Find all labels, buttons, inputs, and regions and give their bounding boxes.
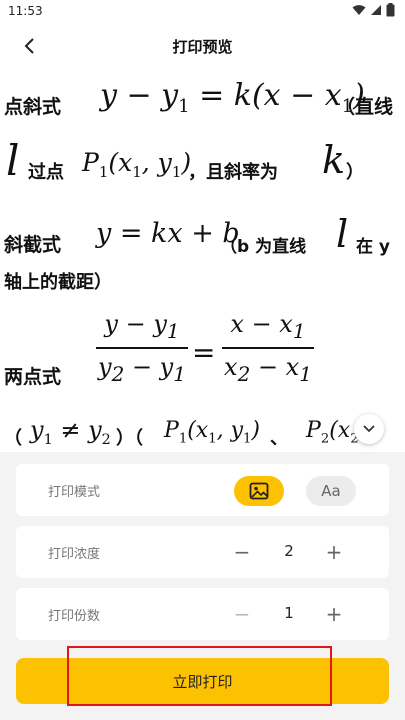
print-mode-card: 打印模式 Aa	[16, 464, 389, 516]
print-density-label: 打印浓度	[48, 547, 101, 562]
point-slope-equation: y − y1 = k(x − x1)	[100, 78, 365, 117]
status-time: 11:53	[8, 4, 43, 18]
slope-intercept-label: 斜截式	[4, 234, 62, 256]
slope-text: ，且斜率为	[188, 162, 278, 183]
app-bar: 打印预览	[0, 24, 405, 68]
copies-increase-button[interactable]: +	[322, 600, 346, 628]
two-point-right-numerator: x − x1	[230, 310, 306, 343]
condition-open: （	[4, 428, 22, 449]
condition-separator: 、	[270, 428, 288, 449]
slope-intercept-note-c: 轴上的截距）	[4, 272, 112, 293]
point-slope-note-close: ）	[346, 162, 364, 183]
copies-value: 1	[284, 604, 294, 622]
two-point-right-fraction: x − x1 x2 − x1	[222, 310, 314, 386]
slope-intercept-l-symbol: l	[336, 212, 349, 256]
image-icon	[249, 482, 269, 500]
through-point-text: 过点	[28, 162, 64, 183]
density-value: 2	[284, 542, 294, 560]
collapse-button[interactable]	[354, 414, 384, 444]
density-decrease-button[interactable]: −	[230, 538, 254, 566]
density-increase-button[interactable]: +	[322, 538, 346, 566]
condition-y1-neq-y2: y1 ≠ y2	[30, 416, 111, 448]
battery-icon	[386, 3, 395, 17]
copies-decrease-button[interactable]: −	[230, 600, 254, 628]
chevron-down-icon	[363, 425, 375, 433]
print-preview: 点斜式 y − y1 = k(x − x1) （直线 l 过点 P1(x1, y…	[0, 68, 405, 460]
two-point-right-denominator: x2 − x1	[224, 352, 312, 386]
wifi-icon	[352, 5, 366, 15]
two-point-left-fraction: y − y1 y2 − y1	[96, 310, 188, 386]
point-p1: P1(x1, y1)	[82, 148, 192, 181]
slope-intercept-equation: y = kx + b	[96, 218, 240, 249]
print-copies-card: 打印份数 − 1 +	[16, 588, 389, 640]
point-slope-note-open: （直线	[336, 96, 394, 118]
status-icons	[352, 3, 395, 17]
condition-close: ）（	[116, 428, 143, 449]
two-point-label: 两点式	[4, 366, 62, 388]
page-title: 打印预览	[172, 38, 233, 56]
point-slope-label: 点斜式	[4, 96, 62, 118]
text-mode-button[interactable]: Aa	[306, 476, 356, 506]
slope-intercept-note-a: （b 为直线	[220, 237, 307, 257]
signal-icon	[371, 5, 381, 15]
line-l-symbol: l	[6, 136, 20, 185]
condition-p1: P1(x1, y1)	[164, 418, 260, 447]
print-now-button[interactable]: 立即打印	[16, 658, 389, 704]
two-point-left-denominator: y2 − y1	[98, 352, 186, 386]
fraction-bar	[222, 346, 314, 349]
image-mode-button[interactable]	[234, 476, 284, 506]
print-mode-label: 打印模式	[48, 485, 101, 500]
two-point-left-numerator: y − y1	[104, 310, 180, 343]
slope-k-symbol: k	[322, 138, 346, 182]
status-bar: 11:53	[0, 0, 405, 24]
two-point-equals: =	[192, 336, 216, 369]
slope-intercept-note-b: 在 y	[356, 237, 390, 257]
print-density-card: 打印浓度 − 2 +	[16, 526, 389, 578]
print-copies-label: 打印份数	[48, 609, 101, 624]
fraction-bar	[96, 346, 188, 349]
